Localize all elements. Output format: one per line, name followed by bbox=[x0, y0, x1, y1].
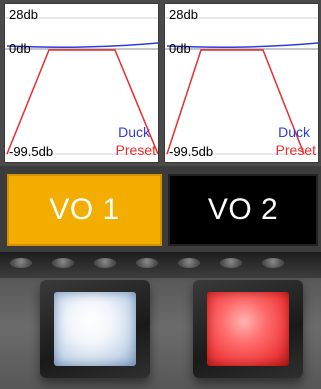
duck-legend: Duck bbox=[118, 124, 150, 140]
graph-area: 28db 0db -99.5db Duck Preset 28db 0db -9… bbox=[0, 0, 321, 166]
screen: 28db 0db -99.5db Duck Preset 28db 0db -9… bbox=[0, 0, 321, 389]
graph-bottom-label: -99.5db bbox=[9, 144, 54, 159]
rail-bump bbox=[94, 258, 116, 268]
duck-graph-1[interactable]: 28db 0db -99.5db Duck Preset bbox=[4, 3, 159, 163]
rail-bump bbox=[178, 258, 200, 268]
rail-bumps bbox=[10, 258, 310, 272]
channel-name-bar: VO 1 VO 2 bbox=[0, 166, 321, 252]
preset-legend: Preset bbox=[275, 142, 316, 158]
channel-name-vo1: VO 1 bbox=[49, 193, 120, 226]
graph-zero-label: 0db bbox=[9, 41, 31, 56]
channel-name-vo2: VO 2 bbox=[207, 193, 279, 226]
graph-top-label: 28db bbox=[169, 7, 198, 22]
vo1-button-cap-lit-white bbox=[54, 292, 136, 366]
rail-bump bbox=[262, 258, 284, 268]
rail-bump bbox=[136, 258, 158, 268]
rail-bump bbox=[220, 258, 242, 268]
duck-graph-2[interactable]: 28db 0db -99.5db Duck Preset bbox=[164, 3, 319, 163]
graph-zero-label: 0db bbox=[169, 41, 191, 56]
duck-legend: Duck bbox=[278, 124, 310, 140]
vo2-hardware-button[interactable] bbox=[193, 280, 303, 378]
preset-legend: Preset bbox=[115, 142, 156, 158]
rail-bump bbox=[52, 258, 74, 268]
hardware-button-panel bbox=[0, 252, 321, 389]
channel-tile-vo2[interactable]: VO 2 bbox=[168, 174, 318, 246]
graph-bottom-label: -99.5db bbox=[169, 144, 214, 159]
graph-top-label: 28db bbox=[9, 7, 38, 22]
vo1-hardware-button[interactable] bbox=[40, 280, 150, 378]
vo2-button-cap-lit-red bbox=[207, 292, 289, 366]
panel-top-rail bbox=[0, 252, 321, 278]
channel-tile-vo1[interactable]: VO 1 bbox=[7, 174, 162, 246]
rail-bump bbox=[10, 258, 32, 268]
